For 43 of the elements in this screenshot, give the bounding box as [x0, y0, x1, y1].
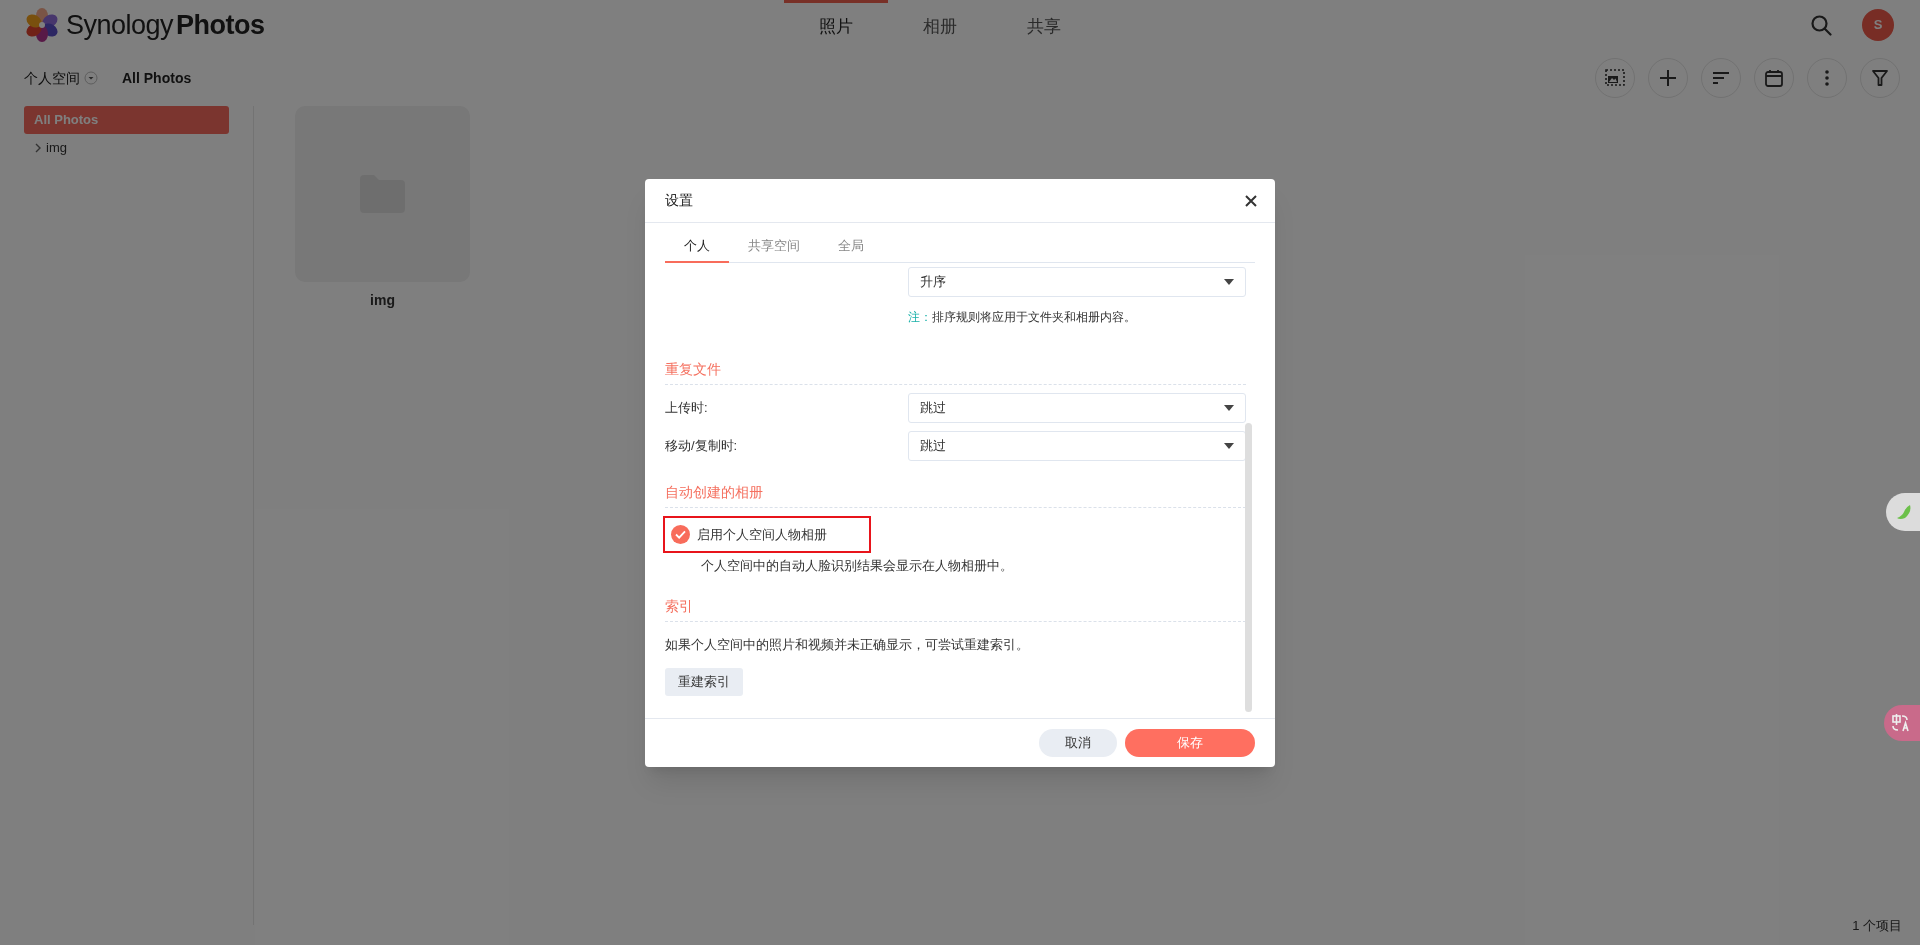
save-button[interactable]: 保存	[1125, 729, 1255, 757]
close-icon[interactable]	[1245, 194, 1257, 207]
translate-button[interactable]	[1884, 705, 1920, 741]
chevron-right-icon	[34, 143, 42, 153]
nav-tab[interactable]: 照片	[784, 0, 888, 50]
more-icon	[1825, 70, 1829, 86]
translate-icon	[1892, 714, 1910, 732]
leaf-icon	[1896, 504, 1912, 520]
folder-name: img	[370, 291, 395, 310]
flower-logo-icon	[24, 7, 60, 43]
breadcrumb-current: All Photos	[122, 68, 192, 88]
dialog-title: 设置	[665, 191, 693, 210]
dialog-tab[interactable]: 个人	[665, 231, 729, 263]
dropdown-field[interactable]: 升序	[908, 267, 1246, 297]
logo-text: SynologyPhotos	[66, 11, 265, 39]
space-dropdown[interactable]: 个人空间	[24, 67, 98, 89]
caret-down-icon	[1224, 443, 1234, 449]
item-count: 1 个项目	[1852, 916, 1902, 935]
nav-tab[interactable]: 共享	[992, 0, 1096, 50]
sort-note: 注：排序规则将应用于文件夹和相册内容。	[908, 309, 1137, 326]
field-label: 上传时:	[665, 399, 709, 418]
section-heading: 索引	[665, 595, 1246, 622]
caret-icon	[84, 71, 98, 85]
caret-down-icon	[1224, 405, 1234, 411]
checkbox-description: 个人空间中的自动人脸识别结果会显示在人物相册中。	[701, 557, 1014, 575]
section-heading: 重复文件	[665, 359, 1246, 385]
field-label: 移动/复制时:	[665, 437, 739, 456]
caret-down-icon	[1224, 279, 1234, 285]
dialog-tab[interactable]: 共享空间	[729, 231, 819, 263]
checkbox[interactable]: 启用个人空间人物相册	[663, 516, 871, 553]
scrollbar[interactable]	[1245, 423, 1252, 712]
dropdown-field[interactable]: 跳过	[908, 393, 1246, 423]
sidebar-item[interactable]: img	[24, 134, 229, 162]
dialog-tab[interactable]: 全局	[819, 231, 883, 263]
index-description: 如果个人空间中的照片和视频并未正确显示，可尝试重建索引。	[665, 635, 1030, 654]
floating-helper-button[interactable]	[1886, 493, 1920, 531]
dropdown-field[interactable]: 跳过	[908, 431, 1246, 461]
nav-tab[interactable]: 相册	[888, 0, 992, 50]
rebuild-index-button[interactable]: 重建索引	[665, 668, 743, 696]
search-icon[interactable]	[1810, 14, 1832, 36]
user-avatar[interactable]: S	[1862, 9, 1894, 41]
cancel-button[interactable]: 取消	[1039, 729, 1117, 757]
section-heading: 自动创建的相册	[665, 482, 1246, 508]
